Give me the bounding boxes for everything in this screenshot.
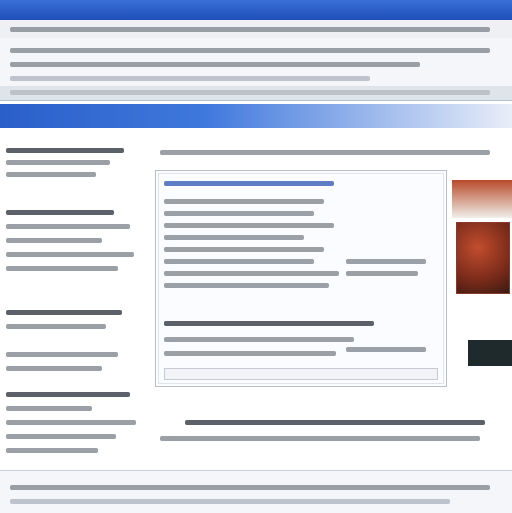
content-title-line [164,181,334,186]
sidebar-line [6,392,130,397]
content-line [164,247,324,252]
content-line [164,283,329,288]
photo-icon [452,180,512,218]
content-side-line [346,259,426,264]
content-line [164,235,304,240]
center-caption-line [185,420,485,425]
status-strip [0,86,512,101]
toolbar-line-2 [10,62,420,67]
sidebar-line [6,434,116,439]
sidebar-line [6,266,118,271]
content-line [164,223,334,228]
sidebar-line [6,160,110,165]
photo-icon [456,222,510,294]
window-titlebar [0,0,512,20]
sidebar-line [6,366,102,371]
sidebar-line [6,172,96,177]
sidebar-line [6,210,114,215]
content-line [164,351,336,356]
sidebar-line [6,420,136,425]
content-line [164,211,314,216]
site-header-band [0,104,512,128]
menu-bar [0,20,512,39]
sidebar-line [6,238,102,243]
content-side-line [346,347,426,352]
left-sidebar [0,140,140,470]
media-block [468,340,512,366]
footer [0,470,512,513]
content-line [164,337,354,342]
right-column [452,170,512,430]
center-heading-line [160,150,490,155]
toolbar-line-3 [10,76,370,81]
footer-line [10,499,450,504]
content-side-line [346,271,418,276]
sidebar-line [6,352,118,357]
sidebar-line [6,252,134,257]
center-caption-line [160,436,480,441]
sidebar-line [6,448,98,453]
toolbar-line-1 [10,48,490,53]
browser-toolbar [0,38,512,87]
content-section-line [164,321,374,326]
main-content-window [155,170,512,387]
sidebar-line [6,324,106,329]
sidebar-line [6,310,122,315]
strip-line [10,90,490,95]
content-bottom-bar [164,368,438,380]
content-line [164,259,314,264]
content-line [164,199,324,204]
sidebar-heading-line [6,148,124,153]
footer-line [10,485,490,490]
content-line [164,271,339,276]
sidebar-line [6,406,92,411]
sidebar-line [6,224,130,229]
menu-items-line [10,27,490,32]
